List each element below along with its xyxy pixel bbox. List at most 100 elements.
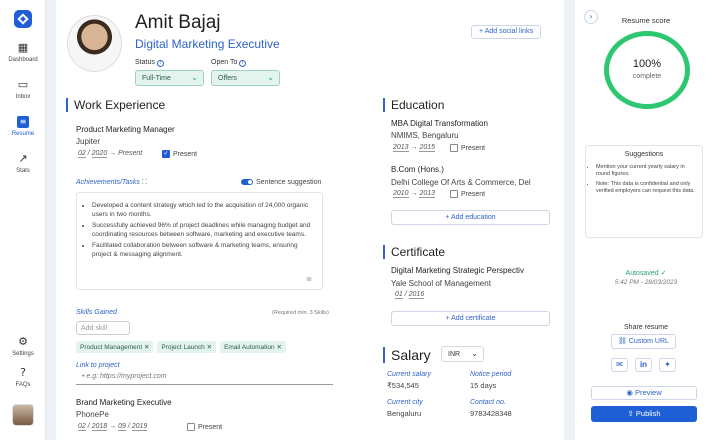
side-nav: ▦ Dashboard ▭ Inbox ≡ Resume ↗ Stats ⚙ S… [0,0,46,440]
project-link-input[interactable]: • e.g: https://myproject.com [76,373,333,385]
autosave-status: Autosaved ✓ [625,270,667,277]
currency-select[interactable]: INR ⌄ [441,346,484,362]
suggestion-item: Note: This data is confidential and only… [596,181,698,195]
preview-button[interactable]: ◉ Preview [591,386,697,400]
school[interactable]: NMIMS, Bengaluru [391,131,459,140]
current-salary-value[interactable]: ₹534,545 [387,381,419,390]
present-checkbox[interactable]: Present [187,423,222,431]
job-dates[interactable]: 02 / 2020 → Present [78,150,142,158]
resume-score-title: Resume score [621,16,671,25]
format-icon[interactable]: ≣ [306,275,312,283]
plus-icon: + [445,214,450,221]
nav-label: FAQs [15,382,31,388]
nav-label: Settings [12,351,34,357]
job-role[interactable]: Brand Marketing Executive [76,398,172,407]
nav-inbox[interactable]: ▭ Inbox [0,79,46,101]
skill-tag[interactable]: Email Automation ✕ [220,341,286,353]
document-icon: ≡ [17,116,29,128]
skill-tags: Product Management ✕ Project Launch ✕ Emai… [76,341,290,353]
certificate-name[interactable]: Digital Marketing Strategic Perspectiv [391,266,524,275]
profile-photo[interactable] [67,15,122,72]
profile-name[interactable]: Amit Bajaj [135,12,221,34]
achievements-label: Achievements/Tasks ⛶ [76,179,147,186]
certificate-date[interactable]: 01 / 2016 [395,291,425,299]
nav-resume[interactable]: ≡ Resume [0,116,46,137]
nav-settings[interactable]: ⚙ Settings [0,335,46,358]
current-salary-label: Current salary [387,371,431,378]
grid-icon: ▦ [17,41,29,54]
job-company[interactable]: Jupiter [76,137,100,146]
score-status: complete [632,73,662,80]
share-title: Share resume [624,324,668,331]
job-company[interactable]: PhonePe [76,410,109,419]
add-social-links-button[interactable]: + Add social links [471,25,541,39]
current-city-value[interactable]: Bengaluru [387,409,421,418]
autosave-time: 5:42 PM - 28/03/2023 [614,279,678,286]
notice-period-value[interactable]: 15 days [470,381,496,390]
share-linkedin-button[interactable]: in [635,358,652,372]
share-twitter-button[interactable]: ✦ [659,358,676,372]
resume-editor: Amit Bajaj Digital Marketing Executive S… [56,0,564,440]
profile-title[interactable]: Digital Marketing Executive [135,37,280,51]
degree[interactable]: B.Com (Hons.) [391,165,444,174]
add-skill-input[interactable]: Add skill [76,321,130,335]
sentence-suggestion-toggle[interactable]: Sentence suggestion [241,179,321,186]
school[interactable]: Delhi College Of Arts & Commerce, Del [391,178,531,187]
mail-icon: ✉ [616,360,623,369]
job-dates[interactable]: 02 / 2018 → 09 / 2019 [78,423,148,431]
eye-icon: ◉ [626,388,633,397]
info-icon: i [156,60,164,67]
open-to-select[interactable]: Offers ⌄ [211,70,280,86]
help-icon: ? [20,366,26,379]
achievement-item: Developed a content strategy which led t… [92,201,312,219]
education-heading: Education [383,98,444,112]
suggestion-item: Mention your current yearly salary in ro… [596,164,698,178]
add-education-button[interactable]: + Add education [391,210,550,225]
score-percent: 100% [632,58,662,70]
suggestions-list: Mention your current yearly salary in ro… [586,164,702,195]
app-logo[interactable] [14,10,32,28]
nav-faqs[interactable]: ? FAQs [0,366,46,389]
skill-tag[interactable]: Project Launch ✕ [157,341,217,353]
contact-value[interactable]: 9783428348 [470,409,512,418]
achievement-item: Successfully achieved 96% of project dea… [92,221,312,239]
score-ring: 100% complete [604,31,690,109]
user-avatar[interactable] [12,404,34,426]
plus-icon: + [445,315,450,322]
nav-stats[interactable]: ↗ Stats [0,153,46,175]
info-icon: i [239,60,247,67]
achievement-item: Facilitated collaboration between softwa… [92,241,312,259]
expand-icon[interactable]: ⛶ [142,179,147,186]
close-icon: ✕ [206,344,213,351]
edu-dates[interactable]: 2010 → 2013 [393,190,436,198]
nav-dashboard[interactable]: ▦ Dashboard [0,41,46,64]
notice-period-label: Notice period [470,371,512,378]
skill-tag[interactable]: Product Management ✕ [76,341,154,353]
publish-button[interactable]: ⇪ Publish [591,406,697,422]
close-icon: ✕ [276,344,282,351]
skills-requirement: (Required min. 3 Skills) [272,310,329,316]
share-email-button[interactable]: ✉ [611,358,628,372]
present-checkbox[interactable]: ✓ Present [162,150,197,158]
gear-icon: ⚙ [18,335,28,348]
custom-url-button[interactable]: ⛓ Custom URL [611,334,676,349]
nav-label: Inbox [15,94,31,100]
status-label: Status i [135,59,164,67]
nav-label: Stats [16,168,30,174]
present-checkbox[interactable]: Present [450,190,485,198]
edu-dates[interactable]: 2013 → 2015 [393,144,436,152]
nav-label: Resume [11,131,35,137]
add-certificate-button[interactable]: + Add certificate [391,311,550,326]
checkbox-icon [187,423,195,431]
achievements-editor[interactable]: Developed a content strategy which led t… [76,192,323,290]
certificate-org[interactable]: Yale School of Management [391,279,491,288]
nav-label: Dashboard [8,57,38,63]
open-to-label: Open To i [211,59,247,67]
job-role[interactable]: Product Marketing Manager [76,125,175,134]
toggle-switch[interactable] [241,179,253,186]
status-select[interactable]: Full-Time ⌄ [135,70,204,86]
present-checkbox[interactable]: Present [450,144,485,152]
degree[interactable]: MBA Digital Transformation [391,119,488,128]
suggestions-card: Suggestions Mention your current yearly … [585,145,703,238]
check-icon: ✓ [660,270,667,277]
